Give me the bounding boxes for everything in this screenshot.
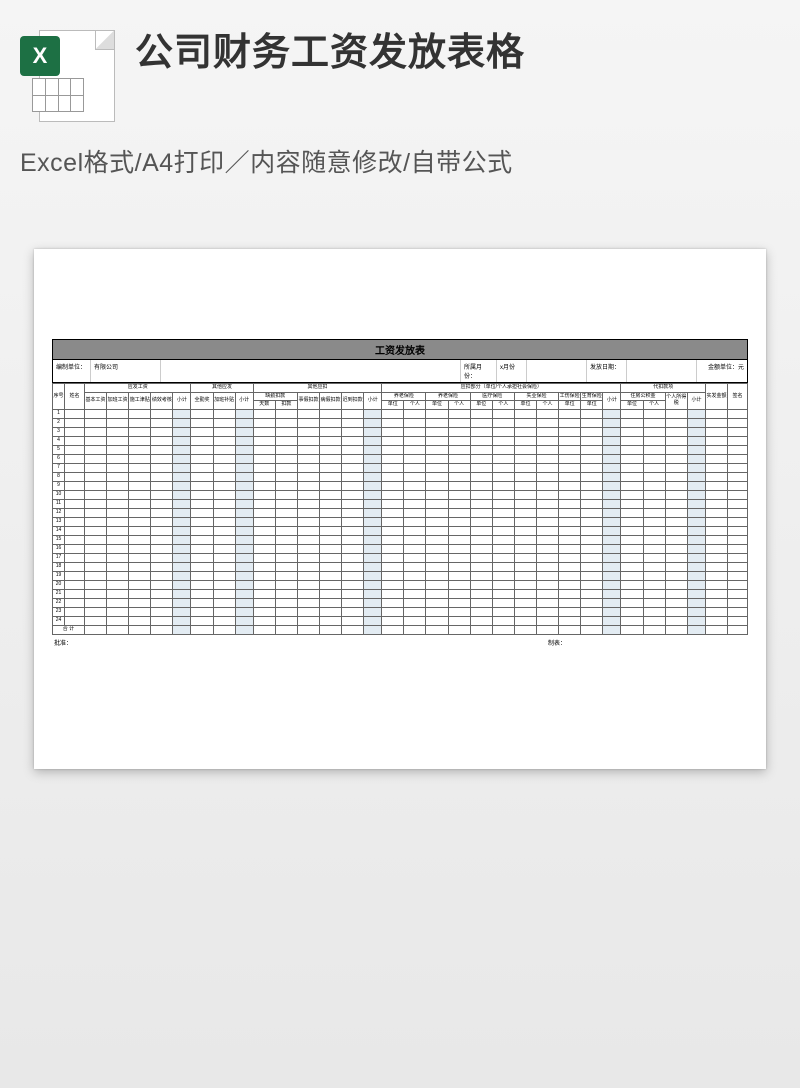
group-pay: 应发工资 <box>85 384 191 393</box>
table-row: 23 <box>53 607 748 616</box>
amount-unit-label: 金额单位：元 <box>697 360 747 382</box>
table-row: 2 <box>53 418 748 427</box>
col-actual: 实发金额 <box>706 384 728 410</box>
table-row: 7 <box>53 463 748 472</box>
table-row: 17 <box>53 553 748 562</box>
table-row: 12 <box>53 508 748 517</box>
table-row: 19 <box>53 571 748 580</box>
approve-label: 批准： <box>54 638 72 647</box>
table-row: 6 <box>53 454 748 463</box>
group-withhold: 代扣款项 <box>621 384 706 393</box>
table-row: 4 <box>53 436 748 445</box>
payroll-table: 序号 姓名 应发工资 其他应发 其他应扣 应扣部分（单位/个人承担社会保险） 代… <box>52 383 748 635</box>
compile-unit-value: 有限公司 <box>91 360 161 382</box>
maker-label: 制表： <box>548 638 566 647</box>
table-row: 3 <box>53 427 748 436</box>
subtitle: Excel格式/A4打印／内容随意修改/自带公式 <box>0 135 800 199</box>
compile-unit-label: 编制单位： <box>53 360 91 382</box>
table-row: 10 <box>53 490 748 499</box>
header: X 公司财务工资发放表格 <box>0 0 800 135</box>
spreadsheet-preview: 工资发放表 编制单位： 有限公司 所属月份： x月份 发放日期： 金额单位：元 … <box>34 249 766 769</box>
total-row: 合 计 <box>53 625 748 634</box>
sheet-info-row: 编制单位： 有限公司 所属月份： x月份 发放日期： 金额单位：元 <box>52 360 748 383</box>
col-name: 姓名 <box>65 384 85 410</box>
month-value: x月份 <box>497 360 527 382</box>
table-row: 8 <box>53 472 748 481</box>
table-row: 16 <box>53 544 748 553</box>
group-insurance: 应扣部分（单位/个人承担社会保险） <box>382 384 621 393</box>
group-other-pay: 其他应发 <box>191 384 253 393</box>
table-row: 13 <box>53 517 748 526</box>
table-row: 15 <box>53 535 748 544</box>
table-row: 18 <box>53 562 748 571</box>
table-row: 5 <box>53 445 748 454</box>
table-row: 21 <box>53 589 748 598</box>
table-row: 1 <box>53 409 748 418</box>
table-row: 20 <box>53 580 748 589</box>
excel-file-icon: X <box>20 30 115 125</box>
signature-row: 批准： 制表： <box>52 635 748 647</box>
col-seq: 序号 <box>53 384 65 410</box>
table-row: 9 <box>53 481 748 490</box>
table-row: 11 <box>53 499 748 508</box>
group-deduct: 其他应扣 <box>253 384 382 393</box>
table-row: 24 <box>53 616 748 625</box>
col-sign: 签名 <box>728 384 748 410</box>
sheet-title: 工资发放表 <box>52 339 748 360</box>
page-title: 公司财务工资发放表格 <box>135 30 525 78</box>
month-label: 所属月份： <box>461 360 497 382</box>
table-row: 14 <box>53 526 748 535</box>
issue-date-label: 发放日期： <box>587 360 627 382</box>
table-row: 22 <box>53 598 748 607</box>
